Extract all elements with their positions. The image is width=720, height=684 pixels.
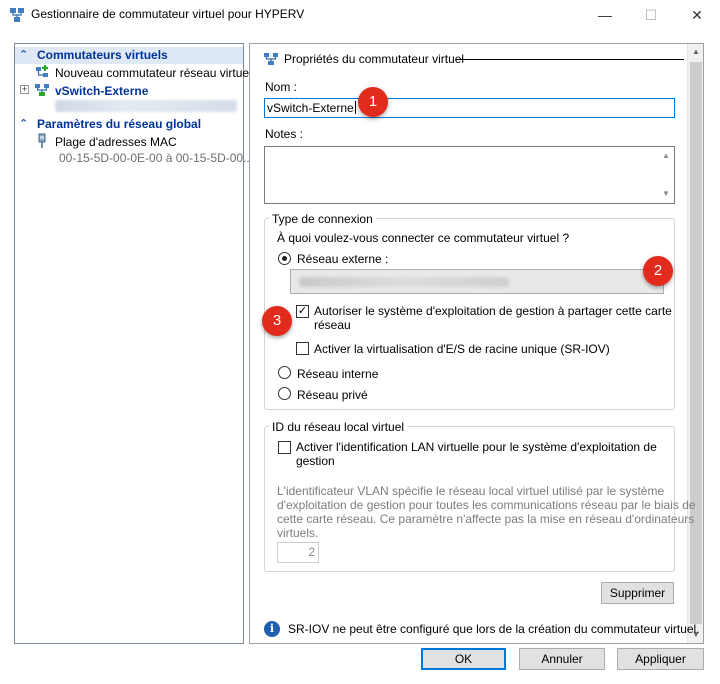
apply-button[interactable]: Appliquer: [617, 648, 704, 670]
vlan-description-line2: d'exploitation de gestion pour toutes le…: [277, 498, 696, 512]
info-icon: i: [264, 621, 280, 637]
tree-header-global-settings[interactable]: ⌃ Paramètres du réseau global: [15, 116, 243, 133]
text-caret: [354, 101, 356, 114]
external-adapter-dropdown[interactable]: [290, 269, 664, 294]
vlan-legend: ID du réseau local virtuel: [269, 420, 408, 434]
sriov-checkbox[interactable]: [296, 342, 309, 355]
allow-mgmt-os-label-line2[interactable]: réseau: [314, 318, 351, 332]
properties-scrollbar[interactable]: ▲ ▼: [687, 44, 703, 643]
name-label: Nom :: [265, 80, 298, 94]
vlan-enable-checkbox[interactable]: [278, 441, 291, 454]
allow-mgmt-os-label-line1[interactable]: Autoriser le système d'exploitation de g…: [314, 304, 672, 318]
connection-type-legend: Type de connexion: [269, 212, 376, 226]
redacted-adapter-name: [55, 100, 237, 112]
sriov-label[interactable]: Activer la virtualisation d'E/S de racin…: [314, 342, 610, 356]
private-network-radio[interactable]: [278, 387, 291, 400]
vlan-enable-label-line2[interactable]: gestion: [296, 454, 335, 468]
mac-range-value: 00-15-5D-00-0E-00 à 00-15-5D-00...: [59, 151, 254, 165]
tree-item-new-switch[interactable]: Nouveau commutateur réseau virtuel: [55, 65, 252, 81]
expand-icon[interactable]: +: [20, 85, 29, 94]
redacted-adapter-value: [299, 277, 509, 287]
tree-item-vswitch[interactable]: vSwitch-Externe: [55, 83, 148, 99]
notes-label: Notes :: [265, 127, 304, 141]
network-plug-icon: [38, 133, 46, 148]
title-bar: Gestionnaire de commutateur virtuel pour…: [0, 0, 720, 30]
vlan-enable-label-line1[interactable]: Activer l'identification LAN virtuelle p…: [296, 440, 657, 454]
external-network-label[interactable]: Réseau externe :: [297, 252, 388, 266]
external-network-radio[interactable]: [278, 252, 291, 265]
internal-network-label[interactable]: Réseau interne: [297, 367, 378, 381]
allow-mgmt-os-checkbox[interactable]: ✓: [296, 305, 309, 318]
ok-button[interactable]: OK: [421, 648, 506, 670]
scroll-up-icon[interactable]: ▲: [659, 149, 673, 163]
sriov-info-text: SR-IOV ne peut être configuré que lors d…: [288, 622, 700, 636]
properties-group-title: Propriétés du commutateur virtuel: [284, 52, 465, 66]
annotation-badge-2: 2: [643, 256, 673, 286]
window-title: Gestionnaire de commutateur virtuel pour…: [31, 7, 305, 21]
name-input[interactable]: vSwitch-Externe: [264, 98, 675, 118]
maximize-button[interactable]: ☐: [628, 0, 674, 30]
delete-button[interactable]: Supprimer: [601, 582, 674, 604]
vlan-id-input[interactable]: 2: [277, 542, 319, 563]
vlan-description-line3: cette carte réseau. Ce paramètre n'affec…: [277, 512, 695, 526]
switch-properties-icon: [264, 53, 278, 65]
tree-header-virtual-switches[interactable]: ⌃ Commutateurs virtuels: [15, 47, 243, 64]
notes-textarea[interactable]: ▲ ▼: [264, 146, 675, 204]
virtual-switch-app-icon: [10, 8, 24, 22]
private-network-label[interactable]: Réseau privé: [297, 388, 368, 402]
group-divider: [456, 59, 684, 60]
scroll-thumb[interactable]: [690, 62, 702, 624]
connection-question: À quoi voulez-vous connecter ce commutat…: [277, 231, 570, 245]
collapse-chevron-icon[interactable]: ⌃: [19, 116, 31, 133]
tree-item-mac-range[interactable]: Plage d'adresses MAC: [55, 134, 177, 150]
close-button[interactable]: ✕: [674, 0, 720, 30]
scroll-down-icon[interactable]: ▼: [659, 187, 673, 201]
navigation-tree: ⌃ Commutateurs virtuels Nouveau commutat…: [14, 43, 253, 644]
annotation-badge-3: 3: [262, 306, 292, 336]
cancel-button[interactable]: Annuler: [519, 648, 605, 670]
vlan-description-line4: virtuels.: [277, 526, 319, 540]
annotation-badge-1: 1: [358, 87, 388, 117]
scroll-up-icon[interactable]: ▲: [688, 44, 704, 60]
collapse-chevron-icon[interactable]: ⌃: [19, 47, 31, 64]
minimize-button[interactable]: —: [582, 0, 628, 30]
vlan-description-line1: L'identificateur VLAN spécifie le réseau…: [277, 484, 665, 498]
internal-network-radio[interactable]: [278, 366, 291, 379]
new-switch-icon: [36, 65, 48, 77]
vswitch-icon: [35, 84, 49, 96]
